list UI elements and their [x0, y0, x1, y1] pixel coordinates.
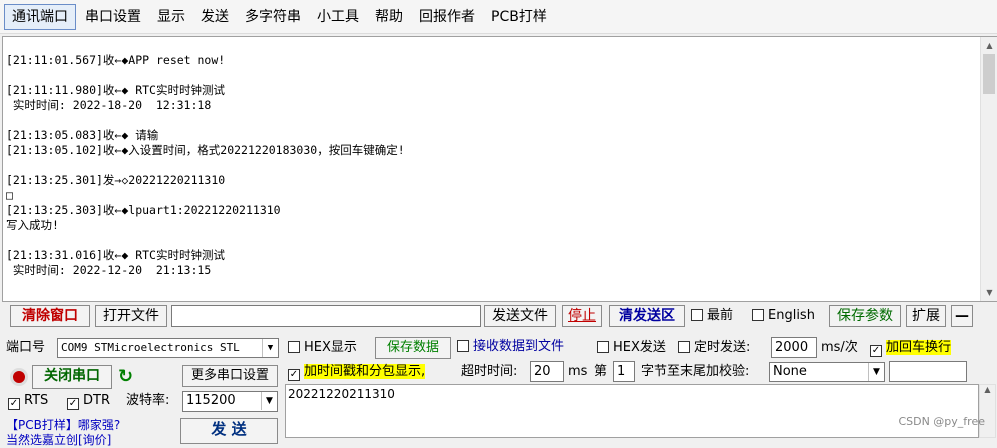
refresh-icon[interactable]: ↻	[118, 366, 133, 387]
close-port-button[interactable]: 关闭串口	[32, 365, 112, 389]
receive-scrollbar[interactable]: ▲ ▼	[980, 37, 997, 301]
english-label: English	[768, 308, 815, 323]
menu-report-author[interactable]: 回报作者	[412, 5, 482, 29]
append-crlf-label: 加回车换行	[886, 340, 952, 355]
save-data-button[interactable]: 保存数据	[375, 337, 451, 359]
receive-area[interactable]: [21:11:01.567]收←◆APP reset now! [21:11:1…	[2, 36, 997, 302]
checkbox-icon	[691, 309, 703, 321]
checksum-select[interactable]: None ▼	[769, 362, 885, 382]
rts-checkbox[interactable]: ✓ RTS	[8, 391, 48, 411]
toolbar: 清除窗口 打开文件 发送文件 停止 清发送区 最前 English 保存参数 扩…	[0, 305, 997, 331]
chevron-down-icon[interactable]: ▼	[261, 392, 277, 410]
checkbox-icon	[597, 341, 609, 353]
more-settings-button[interactable]: 更多串口设置	[182, 365, 278, 387]
scroll-up-icon[interactable]: ▲	[980, 385, 995, 394]
scroll-down-icon[interactable]: ▼	[981, 284, 997, 301]
topmost-label: 最前	[707, 308, 734, 323]
menu-send[interactable]: 发送	[194, 5, 236, 29]
append-crlf-checkbox[interactable]: ✓ 加回车换行	[870, 338, 952, 358]
scroll-thumb[interactable]	[983, 54, 995, 94]
recv-to-file-checkbox[interactable]: 接收数据到文件	[457, 337, 564, 357]
menu-tools[interactable]: 小工具	[310, 5, 366, 29]
timeout-input[interactable]: 20	[530, 361, 564, 382]
timestamp-label: 加时间戳和分包显示,	[304, 364, 426, 379]
expand-button[interactable]: 扩展	[906, 305, 946, 327]
timestamp-checkbox[interactable]: ✓ 加时间戳和分包显示,	[288, 362, 426, 382]
receive-log: [21:11:01.567]收←◆APP reset now! [21:11:1…	[6, 53, 405, 277]
baud-label: 波特率:	[126, 393, 170, 408]
checkbox-icon	[288, 341, 300, 353]
port-status-icon	[10, 368, 28, 386]
byte-index-input[interactable]: 1	[613, 361, 635, 382]
stop-button[interactable]: 停止	[562, 305, 602, 327]
menu-comm-port[interactable]: 通讯端口	[4, 3, 76, 30]
interval-unit: ms/次	[821, 340, 858, 355]
file-path-input[interactable]	[171, 305, 481, 327]
send-button[interactable]: 发 送	[180, 418, 278, 444]
menu-serial-settings[interactable]: 串口设置	[78, 5, 148, 29]
checkbox-icon	[457, 340, 469, 352]
menu-help[interactable]: 帮助	[368, 5, 410, 29]
topmost-checkbox[interactable]: 最前	[691, 306, 733, 326]
dtr-checkbox[interactable]: ✓ DTR	[67, 391, 110, 411]
recv-to-file-label: 接收数据到文件	[473, 339, 565, 354]
promo-link-2[interactable]: 当然选嘉立创[询价]	[6, 431, 111, 448]
interval-input[interactable]: 2000	[771, 337, 817, 358]
checkbox-checked-icon: ✓	[8, 398, 20, 410]
send-text: 20221220211310	[288, 387, 395, 401]
baud-select-value: 115200	[186, 393, 236, 408]
rts-label: RTS	[24, 393, 49, 408]
menu-display[interactable]: 显示	[150, 5, 192, 29]
watermark: CSDN @py_free	[898, 415, 985, 428]
timed-send-label: 定时发送:	[694, 340, 751, 355]
menu-pcb[interactable]: PCB打样	[484, 5, 554, 29]
port-select[interactable]: COM9 STMicroelectronics STL ▼	[57, 338, 279, 358]
checkbox-checked-icon: ✓	[67, 398, 79, 410]
send-file-button[interactable]: 发送文件	[484, 305, 556, 327]
scroll-up-icon[interactable]: ▲	[981, 37, 997, 54]
byte-prefix: 第	[594, 364, 608, 379]
timeout-label: 超时时间:	[461, 364, 518, 379]
chevron-down-icon[interactable]: ▼	[262, 339, 278, 357]
clear-window-button[interactable]: 清除窗口	[10, 305, 90, 327]
send-input[interactable]: 20221220211310	[285, 384, 979, 438]
checksum-label: 字节至末尾加校验:	[641, 364, 750, 379]
checkbox-checked-icon: ✓	[288, 369, 300, 381]
hex-send-label: HEX发送	[613, 340, 666, 355]
hex-display-label: HEX显示	[304, 340, 357, 355]
baud-select[interactable]: 115200 ▼	[182, 391, 278, 412]
checkbox-checked-icon: ✓	[870, 345, 882, 357]
save-params-button[interactable]: 保存参数	[829, 305, 901, 327]
timed-send-checkbox[interactable]: 定时发送:	[678, 338, 750, 358]
port-select-value: COM9 STMicroelectronics STL	[61, 341, 240, 354]
chevron-down-icon[interactable]: ▼	[868, 363, 884, 381]
collapse-button[interactable]: —	[951, 305, 973, 327]
timeout-unit: ms	[568, 364, 588, 379]
dtr-label: DTR	[83, 393, 110, 408]
english-checkbox[interactable]: English	[752, 306, 815, 326]
clear-send-button[interactable]: 清发送区	[609, 305, 685, 327]
checksum-select-value: None	[773, 364, 807, 379]
send-scrollbar[interactable]: ▲	[979, 384, 996, 438]
menu-multi-string[interactable]: 多字符串	[238, 5, 308, 29]
checkbox-icon	[752, 309, 764, 321]
open-file-button[interactable]: 打开文件	[95, 305, 167, 327]
checkbox-icon	[678, 341, 690, 353]
menu-bar: 通讯端口 串口设置 显示 发送 多字符串 小工具 帮助 回报作者 PCB打样	[0, 0, 997, 34]
port-label: 端口号	[6, 340, 46, 355]
checksum-extra-field[interactable]	[889, 361, 967, 382]
hex-display-checkbox[interactable]: HEX显示	[288, 338, 357, 358]
hex-send-checkbox[interactable]: HEX发送	[597, 338, 666, 358]
bottom-panel: 端口号 COM9 STMicroelectronics STL ▼ 关闭串口 ↻…	[0, 333, 997, 447]
